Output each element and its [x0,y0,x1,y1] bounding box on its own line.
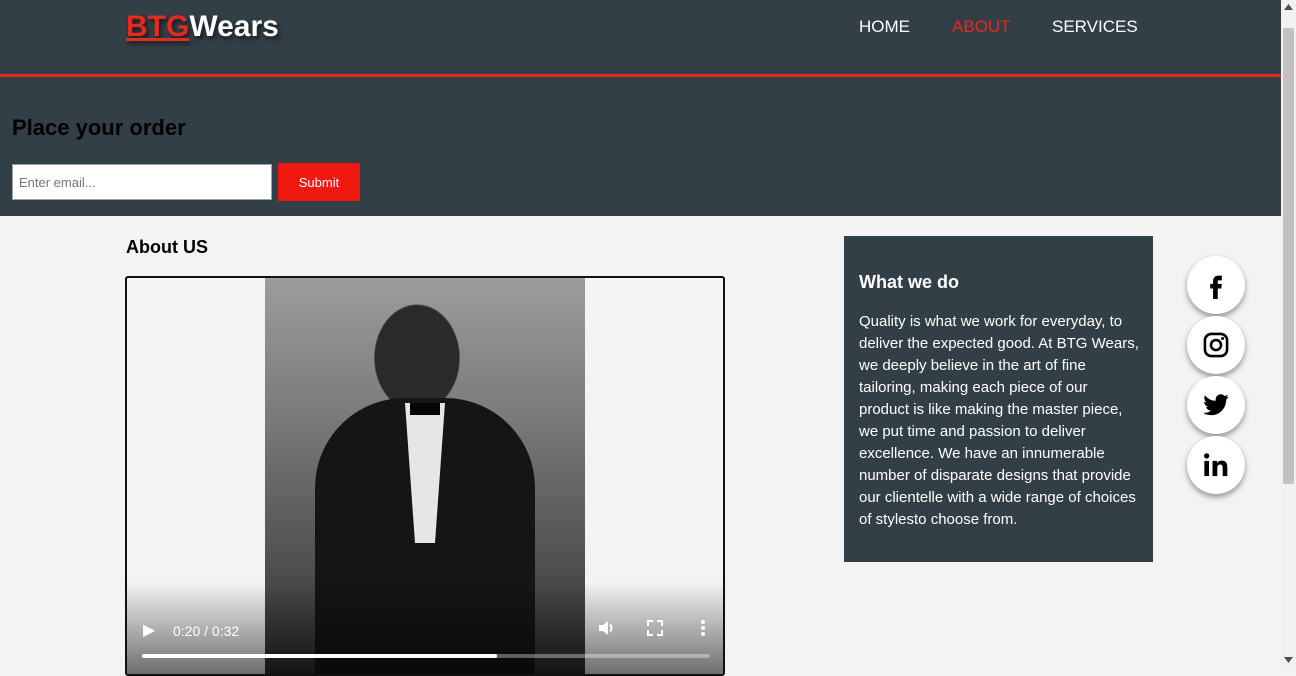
play-icon[interactable]: ▶ [143,620,155,640]
submit-button[interactable]: Submit [278,163,360,201]
logo-red-text: BTG [126,10,190,43]
order-title: Place your order [12,115,186,140]
nav-home[interactable]: HOME [859,17,910,37]
what-we-do-panel: What we do Quality is what we work for e… [844,236,1153,562]
video-progress-bar[interactable] [142,654,710,658]
order-section: Place your order Submit [0,77,1281,216]
what-we-do-text: Quality is what we work for everyday, to… [859,313,1139,528]
video-figure-bowtie [410,403,440,415]
nav-services[interactable]: SERVICES [1052,17,1138,37]
video-controls: ▶ 0:20 / 0:32 [127,582,723,674]
logo-white-text: Wears [189,10,279,43]
what-we-do-title: What we do [859,272,959,292]
site-header: BTGWears HOME ABOUT SERVICES [0,0,1281,77]
facebook-icon[interactable] [1187,256,1245,314]
volume-icon[interactable] [597,618,617,641]
video-player[interactable]: ▶ 0:20 / 0:32 [125,276,725,676]
about-title: About US [126,237,208,257]
twitter-icon[interactable] [1187,376,1245,434]
email-input[interactable] [12,164,272,200]
scroll-up-arrow-icon[interactable] [1284,4,1293,10]
instagram-icon[interactable] [1187,316,1245,374]
logo[interactable]: BTGWears [126,10,279,44]
scrollbar-thumb[interactable] [1283,28,1294,484]
video-progress-fill [142,654,497,658]
video-time: 0:20 / 0:32 [173,623,240,639]
linkedin-icon[interactable] [1187,436,1245,494]
nav-about[interactable]: ABOUT [952,17,1011,37]
fullscreen-icon[interactable] [645,618,665,641]
scroll-down-arrow-icon[interactable] [1284,657,1293,663]
more-options-icon[interactable] [693,618,713,641]
